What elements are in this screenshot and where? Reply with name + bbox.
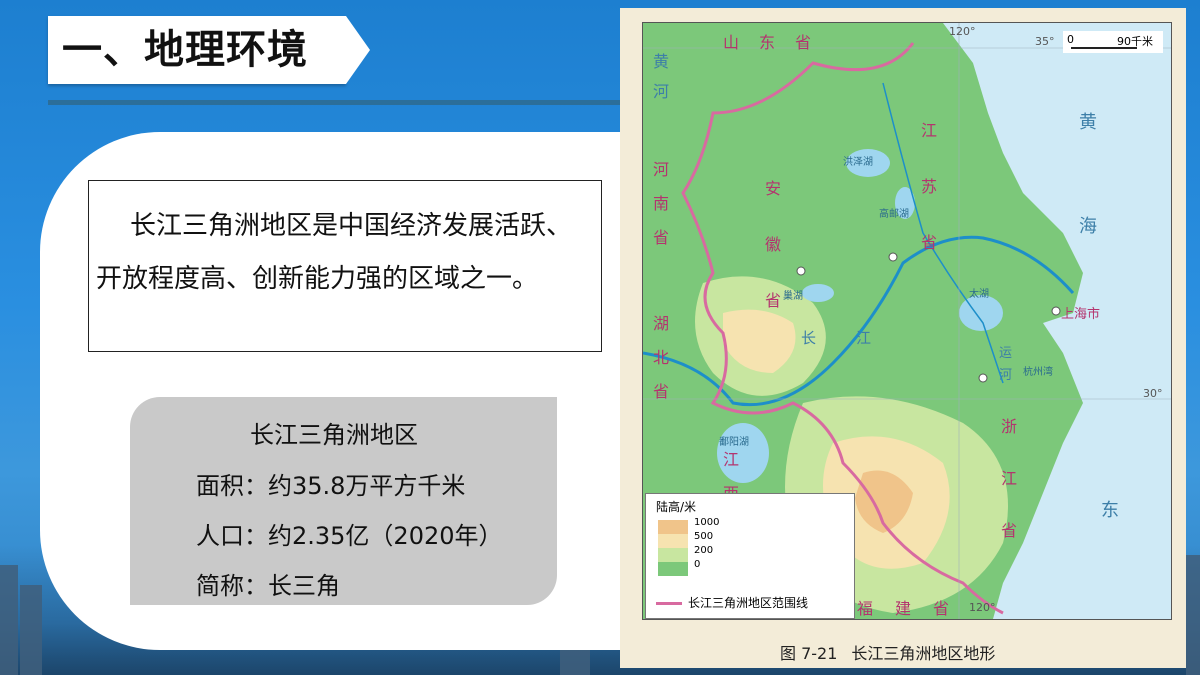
anhui-label: 安徽省: [765, 179, 782, 310]
legend-level-0: 0: [694, 559, 701, 570]
chaohu-label: 巢湖: [783, 291, 803, 302]
changjiang-label: 长江: [801, 329, 912, 347]
fujian-label: 福建省: [857, 599, 972, 618]
area-value: 约35.8万平方千米: [268, 472, 466, 500]
legend-boundary-swatch: [656, 602, 682, 605]
population-value: 约2.35亿（2020年）: [268, 522, 503, 550]
legend-swatches: [658, 520, 688, 576]
legend-swatch-1000: [658, 520, 688, 534]
info-abbr: 简称：长三角: [196, 566, 340, 601]
legend-swatch-200: [658, 548, 688, 562]
legend-boundary-label: 长江三角洲地区范围线: [688, 596, 809, 610]
info-card-title: 长江三角洲地区: [250, 421, 418, 449]
hongzehu-label: 洪泽湖: [843, 157, 873, 168]
quote-text: 长江三角洲地区是中国经济发展活跃、开放程度高、创新能力强的区域之一。: [96, 200, 592, 306]
map-legend: 陆高/米 1000 500 200 0 长江三角洲地区范围线: [645, 493, 855, 619]
abbr-value: 长三角: [268, 572, 340, 600]
huanghai-label: 黄海: [1079, 112, 1097, 237]
legend-level-1000: 1000: [694, 517, 720, 528]
legend-title: 陆高/米: [656, 500, 697, 514]
shanghai-label: 上海市: [1061, 307, 1101, 322]
hangzhouwan-label: 杭州湾: [1023, 367, 1053, 378]
legend-level-labels: 1000 500 200 0: [694, 516, 719, 572]
huanghe-label: 黄河: [653, 52, 670, 101]
caption-figure-number: 图 7-21: [780, 644, 838, 663]
title-divider: [48, 100, 620, 105]
area-label: 面积：: [196, 472, 268, 500]
shandong-label: 山东省: [723, 33, 832, 52]
info-population: 人口：约2.35亿（2020年）: [196, 516, 503, 551]
city-shanghai: [1051, 306, 1061, 316]
scale-bar: 0 90千米: [1063, 31, 1163, 53]
legend-swatch-0: [658, 562, 688, 576]
quote-body: 长江三角洲地区是中国经济发展活跃、开放程度高、创新能力强的区域之一。: [96, 211, 573, 294]
chaohu-lake: [802, 284, 834, 302]
city-nanjing: [888, 252, 898, 262]
lat-30-label: 30°: [1143, 387, 1163, 400]
abbr-label: 简称：: [196, 572, 268, 600]
scale-line: [1071, 47, 1137, 49]
taihu-lake: [959, 295, 1003, 331]
hubei-label: 湖北省: [653, 314, 670, 401]
city-hefei: [796, 266, 806, 276]
legend-level-200: 200: [694, 545, 714, 556]
poyanghu-label: 鄱阳湖: [719, 437, 749, 448]
lon-120-label-bottom: 120°: [969, 601, 996, 614]
caption-text: 长江三角洲地区地形: [851, 644, 996, 663]
legend-swatch-500: [658, 534, 688, 548]
donghai-label: 东海: [1101, 500, 1119, 521]
lat-35-label: 35°: [1035, 35, 1055, 48]
title-banner-arrow: [346, 16, 370, 84]
city-hangzhou: [978, 373, 988, 383]
zhejiang-label: 浙江省: [1001, 417, 1018, 540]
henan-label: 河南省: [653, 160, 670, 247]
map-caption: 图 7-21 长江三角洲地区地形: [780, 640, 995, 664]
scale-zero: 0: [1067, 33, 1074, 46]
lon-120-label: 120°: [949, 25, 976, 38]
jiangsu-label: 江苏省: [921, 121, 938, 252]
info-area: 面积：约35.8万平方千米: [196, 466, 465, 501]
terrain-map: 0 90千米 35° 30° 120° 120° 山东省 河南省 湖北省 江西省…: [642, 22, 1172, 620]
page-title: 一、地理环境: [62, 27, 308, 73]
yunhe-label: 运河: [999, 346, 1013, 383]
taihu-label: 太湖: [969, 289, 989, 300]
legend-level-500: 500: [694, 531, 714, 542]
population-label: 人口：: [196, 522, 268, 550]
gaoyouhu-label: 高邮湖: [879, 209, 909, 220]
